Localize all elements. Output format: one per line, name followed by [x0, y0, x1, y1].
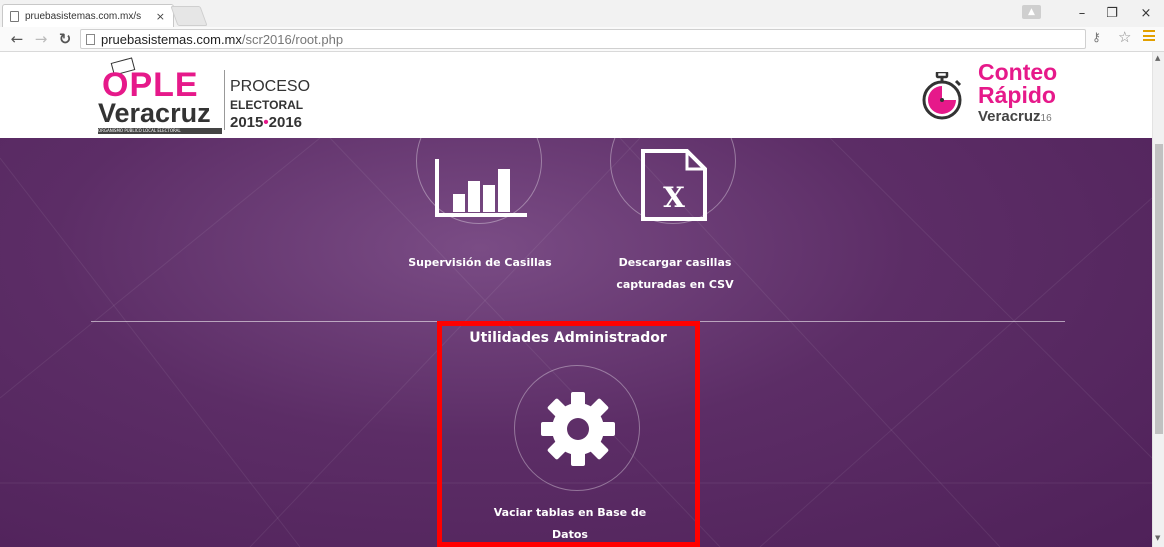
supervision-icon-circle[interactable]: [416, 138, 542, 224]
url-host: pruebasistemas.com.mx: [101, 31, 242, 47]
window-close-button[interactable]: ×: [1132, 4, 1160, 24]
veracruz-word: Veracruz: [978, 108, 1041, 125]
years-text: 2015•2016: [230, 114, 302, 131]
back-icon[interactable]: ←: [8, 29, 26, 49]
ople-logo: OPLE Veracruz ORGANISMO PÚBLICO LOCAL EL…: [96, 57, 310, 136]
highlight-annotation-box: [437, 321, 700, 547]
descargar-label-line1: Descargar casillas: [618, 256, 732, 269]
restore-button[interactable]: ❐: [1098, 4, 1126, 24]
year-end: 2016: [268, 114, 303, 131]
forward-icon[interactable]: →: [32, 29, 50, 49]
site-header: OPLE Veracruz ORGANISMO PÚBLICO LOCAL EL…: [0, 52, 1152, 138]
logo-divider: [224, 70, 225, 130]
supervision-casillas-link[interactable]: Supervisión de Casillas: [395, 252, 565, 274]
ople-veracruz: Veracruz: [98, 98, 211, 128]
menu-icon[interactable]: [1143, 30, 1155, 41]
excel-x-letter: X: [663, 181, 685, 214]
year-start: 2015: [230, 114, 264, 131]
key-icon[interactable]: ⚷: [1092, 30, 1101, 44]
stopwatch-icon: [922, 72, 962, 120]
conteo-text: Conteo: [978, 59, 1058, 85]
bar-chart-icon: [435, 159, 527, 217]
new-tab-button[interactable]: [170, 6, 208, 26]
reload-icon[interactable]: ↻: [56, 29, 74, 49]
proceso-text: PROCESO: [230, 78, 311, 95]
page-scrollbar[interactable]: ▲ ▼: [1152, 52, 1164, 547]
ople-wordmark: OPLE: [102, 66, 199, 104]
conteo-rapido-logo: Conteo Rápido Veracruz16: [918, 60, 1078, 130]
address-bar-row: ← → ↻ pruebasistemas.com.mx/scr2016/root…: [0, 27, 1164, 52]
tab-close-icon[interactable]: ×: [156, 10, 165, 23]
user-icon[interactable]: ▲: [1022, 5, 1041, 19]
minimize-button[interactable]: –: [1068, 4, 1096, 24]
page-icon: [86, 33, 95, 45]
scroll-thumb[interactable]: [1155, 144, 1163, 434]
browser-tab[interactable]: pruebasistemas.com.mx/s ×: [2, 4, 174, 27]
scroll-down-icon[interactable]: ▼: [1155, 534, 1160, 542]
url-input[interactable]: pruebasistemas.com.mx/scr2016/root.php: [80, 29, 1086, 49]
veracruz-text: Veracruz16: [978, 108, 1052, 125]
scroll-up-icon[interactable]: ▲: [1155, 54, 1160, 62]
bookmark-star-icon[interactable]: ☆: [1118, 28, 1131, 46]
page-icon: [10, 10, 19, 22]
electoral-text: ELECTORAL: [230, 98, 304, 112]
rapido-text: Rápido: [978, 82, 1056, 108]
url-text: pruebasistemas.com.mx/scr2016/root.php: [101, 32, 343, 47]
descargar-label-line2: capturadas en CSV: [616, 278, 734, 291]
tab-title: pruebasistemas.com.mx/s: [25, 10, 142, 22]
descargar-csv-link[interactable]: Descargar casillas capturadas en CSV: [585, 252, 765, 296]
main-content: Supervisión de Casillas X Descargar casi…: [0, 138, 1152, 547]
excel-file-icon: X: [641, 149, 707, 221]
ople-subtitle: ORGANISMO PÚBLICO LOCAL ELECTORAL: [98, 128, 222, 134]
browser-tab-bar: pruebasistemas.com.mx/s × ▲ – ❐ ×: [0, 0, 1164, 28]
url-path: /scr2016/root.php: [241, 31, 344, 47]
descargar-icon-circle[interactable]: X: [610, 138, 736, 224]
veracruz-suffix: 16: [1040, 113, 1052, 124]
